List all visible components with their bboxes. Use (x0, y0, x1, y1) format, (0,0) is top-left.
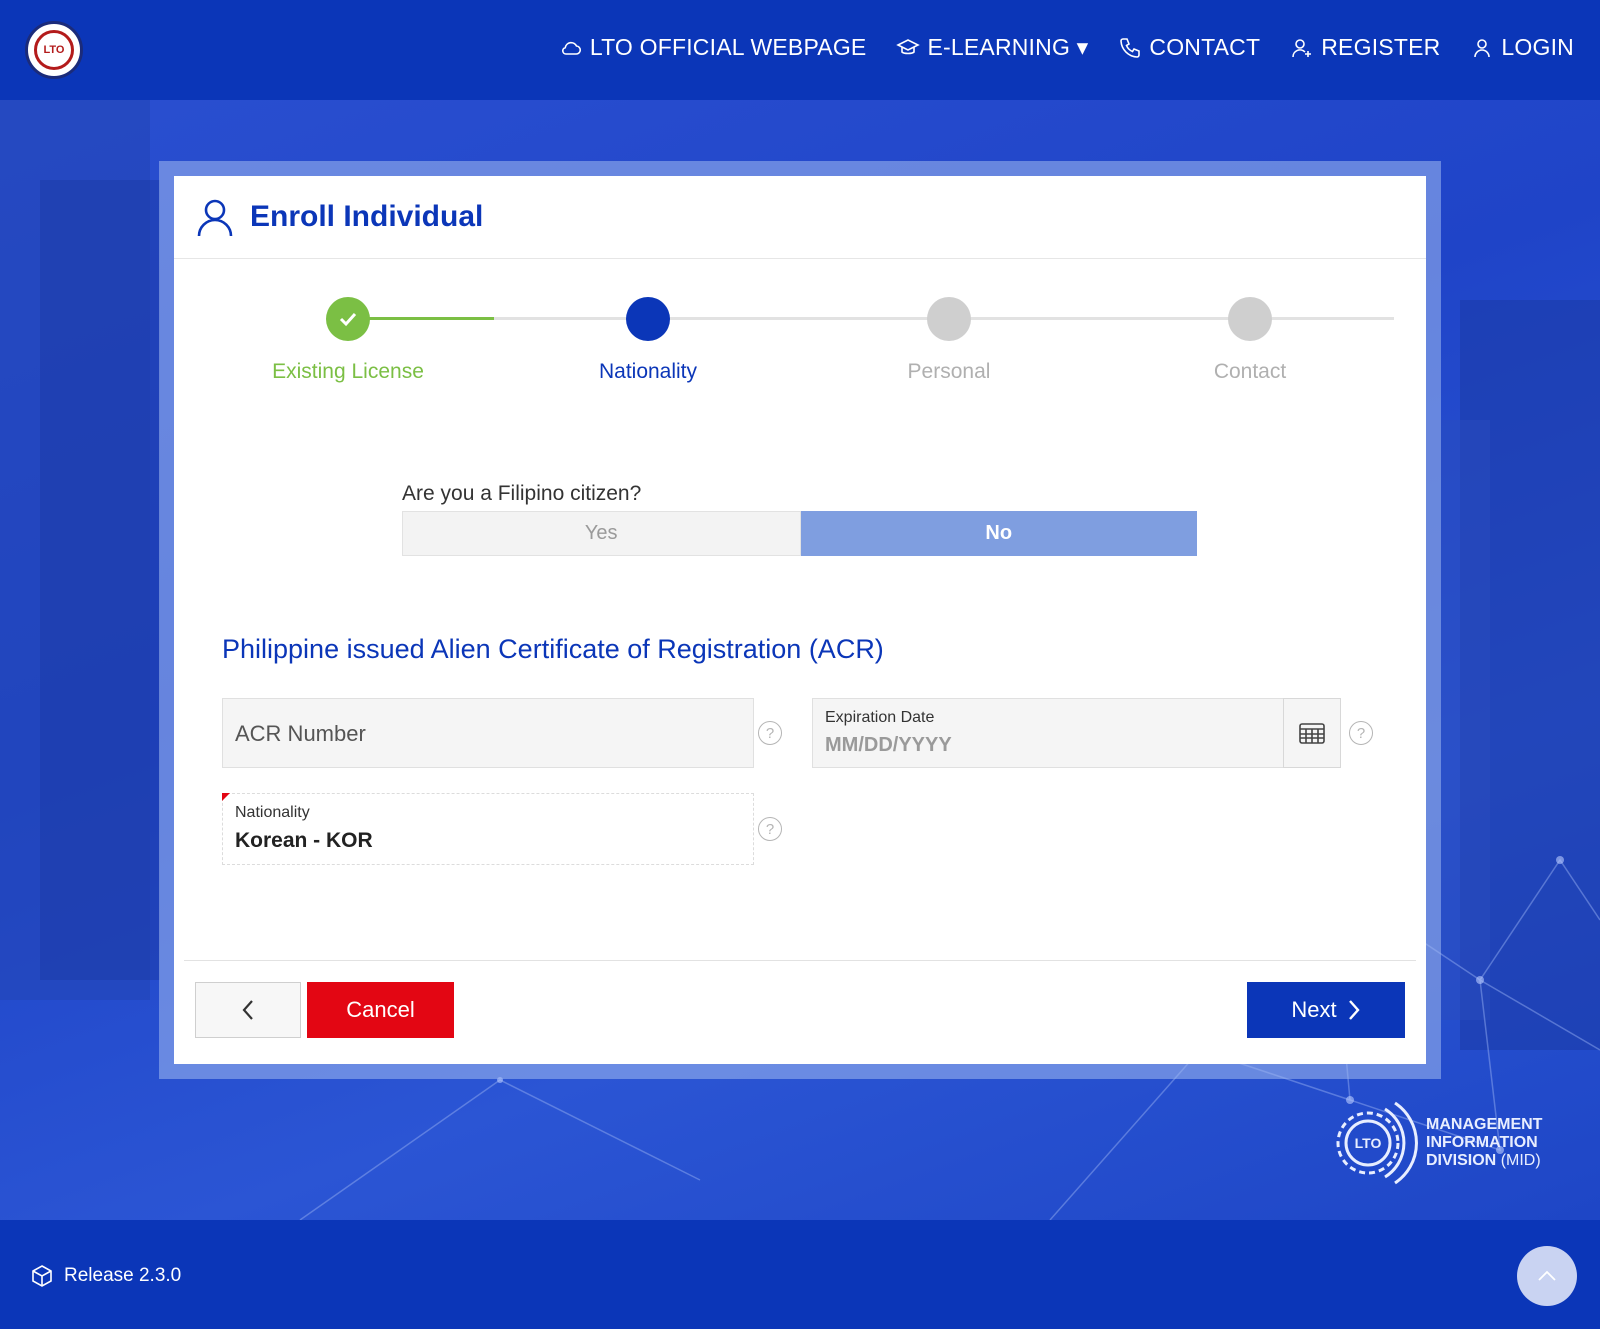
nav-label: E-LEARNING ▾ (927, 34, 1089, 60)
chevron-right-icon (1348, 1000, 1360, 1020)
step-dot-existing-license (326, 297, 370, 341)
nationality-help-icon[interactable]: ? (758, 817, 782, 841)
expiration-date-label: Expiration Date (825, 709, 935, 726)
checkmark-icon (339, 312, 357, 327)
nav-label: LTO OFFICIAL WEBPAGE (589, 34, 867, 60)
acr-section-title: Philippine issued Alien Certificate of R… (222, 634, 884, 664)
toggle-yes-button[interactable]: Yes (402, 511, 801, 556)
lto-logo[interactable]: LTO (25, 21, 83, 79)
top-navbar: LTO LTO OFFICIAL WEBPAGE E-LEARNING ▾ CO… (0, 0, 1600, 100)
scroll-to-top-button[interactable] (1517, 1246, 1577, 1306)
nav-login[interactable]: LOGIN (1470, 34, 1574, 61)
mid-text: MANAGEMENT INFORMATION DIVISION (MID) (1426, 1116, 1542, 1170)
step-dot-personal (927, 297, 971, 341)
card-divider (184, 960, 1416, 961)
nav-label: LOGIN (1501, 34, 1574, 60)
required-marker-icon (222, 793, 230, 801)
step-label-nationality: Nationality (598, 360, 698, 383)
cancel-button[interactable]: Cancel (307, 982, 454, 1038)
calendar-button[interactable] (1283, 698, 1341, 768)
step-dot-contact (1228, 297, 1272, 341)
user-plus-icon (1292, 38, 1312, 57)
back-button[interactable] (195, 982, 301, 1038)
page-footer (0, 1220, 1600, 1329)
page-title: Enroll Individual (250, 200, 484, 233)
acr-number-input[interactable]: ACR Number (222, 698, 754, 768)
nav-label: REGISTER (1321, 34, 1441, 60)
user-icon (1474, 38, 1491, 57)
main-nav: LTO OFFICIAL WEBPAGE E-LEARNING ▾ CONTAC… (559, 0, 1574, 95)
nationality-label: Nationality (235, 804, 310, 821)
step-label-contact: Contact (1213, 360, 1287, 383)
expiration-date-placeholder: MM/DD/YYYY (825, 734, 952, 756)
nationality-field[interactable]: Nationality Korean - KOR (222, 793, 754, 865)
toggle-no-button[interactable]: No (800, 511, 1197, 556)
mid-line-3-suffix: (MID) (1500, 1151, 1541, 1169)
nav-label: CONTACT (1149, 34, 1261, 60)
package-box-icon (32, 1265, 52, 1287)
chevron-up-icon (1538, 1270, 1556, 1281)
step-dot-nationality (626, 297, 670, 341)
card-header: Enroll Individual (174, 176, 1426, 259)
nationality-value: Korean - KOR (235, 829, 373, 852)
mid-line-3: DIVISION (1426, 1151, 1497, 1169)
mid-logo: LTO MANAGEMENT INFORMATION DIVISION (MID… (1330, 1095, 1542, 1190)
release-version: Release 2.3.0 (64, 1265, 182, 1286)
chevron-left-icon (242, 1000, 253, 1020)
graduation-cap-icon (896, 38, 921, 54)
nav-e-learning[interactable]: E-LEARNING ▾ (896, 34, 1088, 61)
user-icon (197, 199, 233, 237)
mid-line-1: MANAGEMENT (1426, 1115, 1543, 1133)
mid-logo-lto-text: LTO (1355, 1135, 1382, 1151)
expiration-date-input[interactable]: Expiration Date MM/DD/YYYY (812, 698, 1284, 768)
lto-gear-logo-icon: LTO (1336, 1101, 1418, 1185)
enroll-card: Enroll Individual Existing License Natio… (174, 176, 1426, 1064)
nav-lto-official-webpage[interactable]: LTO OFFICIAL WEBPAGE (559, 34, 867, 61)
next-button-label: Next (1291, 997, 1337, 1022)
lto-logo-text: LTO (34, 30, 74, 70)
citizen-toggle: Yes No (402, 511, 1197, 556)
acr-number-help-icon[interactable]: ? (758, 721, 782, 745)
nav-contact[interactable]: CONTACT (1118, 34, 1260, 61)
filipino-citizen-question: Are you a Filipino citizen? (402, 482, 642, 505)
expiration-date-help-icon[interactable]: ? (1349, 721, 1373, 745)
step-label-personal: Personal (907, 360, 991, 383)
release-info: Release 2.3.0 (30, 1264, 181, 1288)
phone-icon (1120, 37, 1141, 58)
cloud-icon (561, 41, 581, 55)
calendar-icon (1299, 723, 1325, 744)
step-label-existing-license: Existing License (272, 360, 424, 383)
mid-line-2: INFORMATION (1426, 1133, 1538, 1151)
acr-number-placeholder: ACR Number (235, 721, 366, 746)
next-button[interactable]: Next (1247, 982, 1405, 1038)
nav-register[interactable]: REGISTER (1290, 34, 1440, 61)
